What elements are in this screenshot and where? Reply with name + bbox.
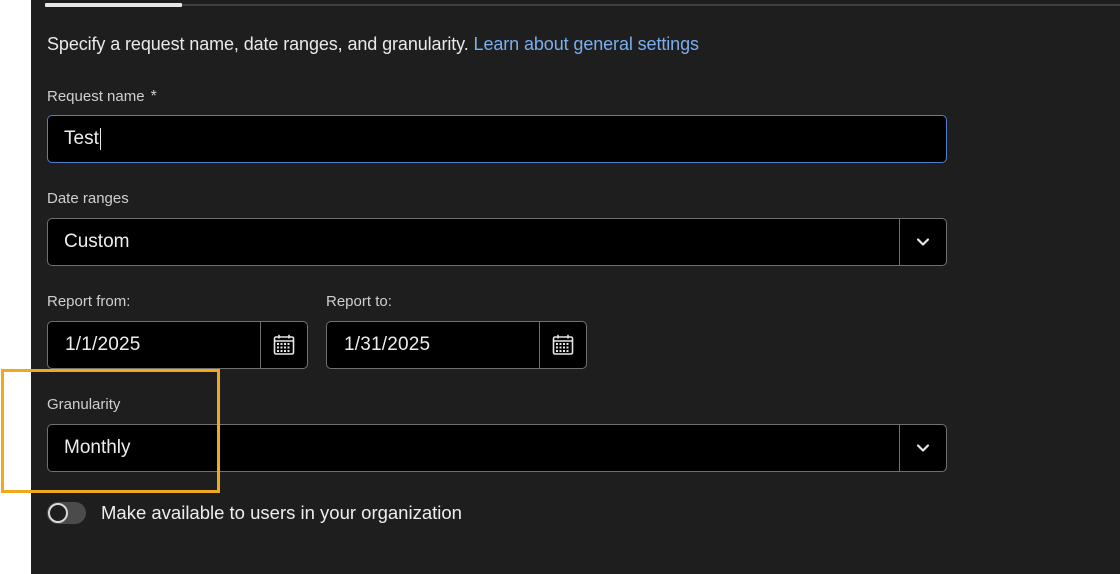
share-with-organization-toggle[interactable]: Make available to users in your organiza… (47, 502, 462, 524)
calendar-icon (552, 334, 574, 355)
report-from-date-field[interactable]: 1/1/2025 (47, 321, 308, 369)
granularity-dropdown-button[interactable] (899, 425, 946, 471)
date-ranges-dropdown-button[interactable] (899, 219, 946, 265)
settings-description: Specify a request name, date ranges, and… (47, 34, 699, 55)
calendar-icon (273, 334, 295, 355)
share-toggle-label: Make available to users in your organiza… (101, 502, 462, 523)
request-name-input[interactable]: Test (47, 115, 947, 163)
date-ranges-picker[interactable]: Custom (47, 218, 947, 266)
date-ranges-selected-value: Custom (64, 231, 130, 252)
chevron-down-icon (916, 444, 930, 452)
report-to-calendar-button[interactable] (539, 322, 586, 368)
tab-selected-indicator[interactable] (45, 3, 182, 7)
text-cursor (99, 128, 102, 150)
report-from-value[interactable]: 1/1/2025 (48, 334, 260, 356)
tab-list-track (45, 4, 1120, 6)
report-to-value[interactable]: 1/31/2025 (327, 334, 539, 356)
required-asterisk-icon: * (150, 88, 157, 105)
date-ranges-label: Date ranges (47, 190, 129, 207)
granularity-selected-value: Monthly (64, 437, 131, 458)
chevron-down-icon (916, 238, 930, 246)
description-text: Specify a request name, date ranges, and… (47, 34, 469, 54)
report-to-label: Report to: (326, 293, 392, 310)
request-name-value: Test (64, 128, 99, 149)
toggle-knob (48, 503, 68, 523)
general-settings-panel: Specify a request name, date ranges, and… (31, 0, 1120, 574)
granularity-label: Granularity (47, 396, 121, 413)
report-from-calendar-button[interactable] (260, 322, 307, 368)
learn-general-settings-link[interactable]: Learn about general settings (474, 34, 699, 54)
report-from-label: Report from: (47, 293, 131, 310)
granularity-picker[interactable]: Monthly (47, 424, 947, 472)
toggle-switch[interactable] (47, 502, 86, 524)
report-to-date-field[interactable]: 1/31/2025 (326, 321, 587, 369)
request-name-label: Request name * (47, 88, 157, 106)
request-name-label-text: Request name (47, 88, 145, 105)
